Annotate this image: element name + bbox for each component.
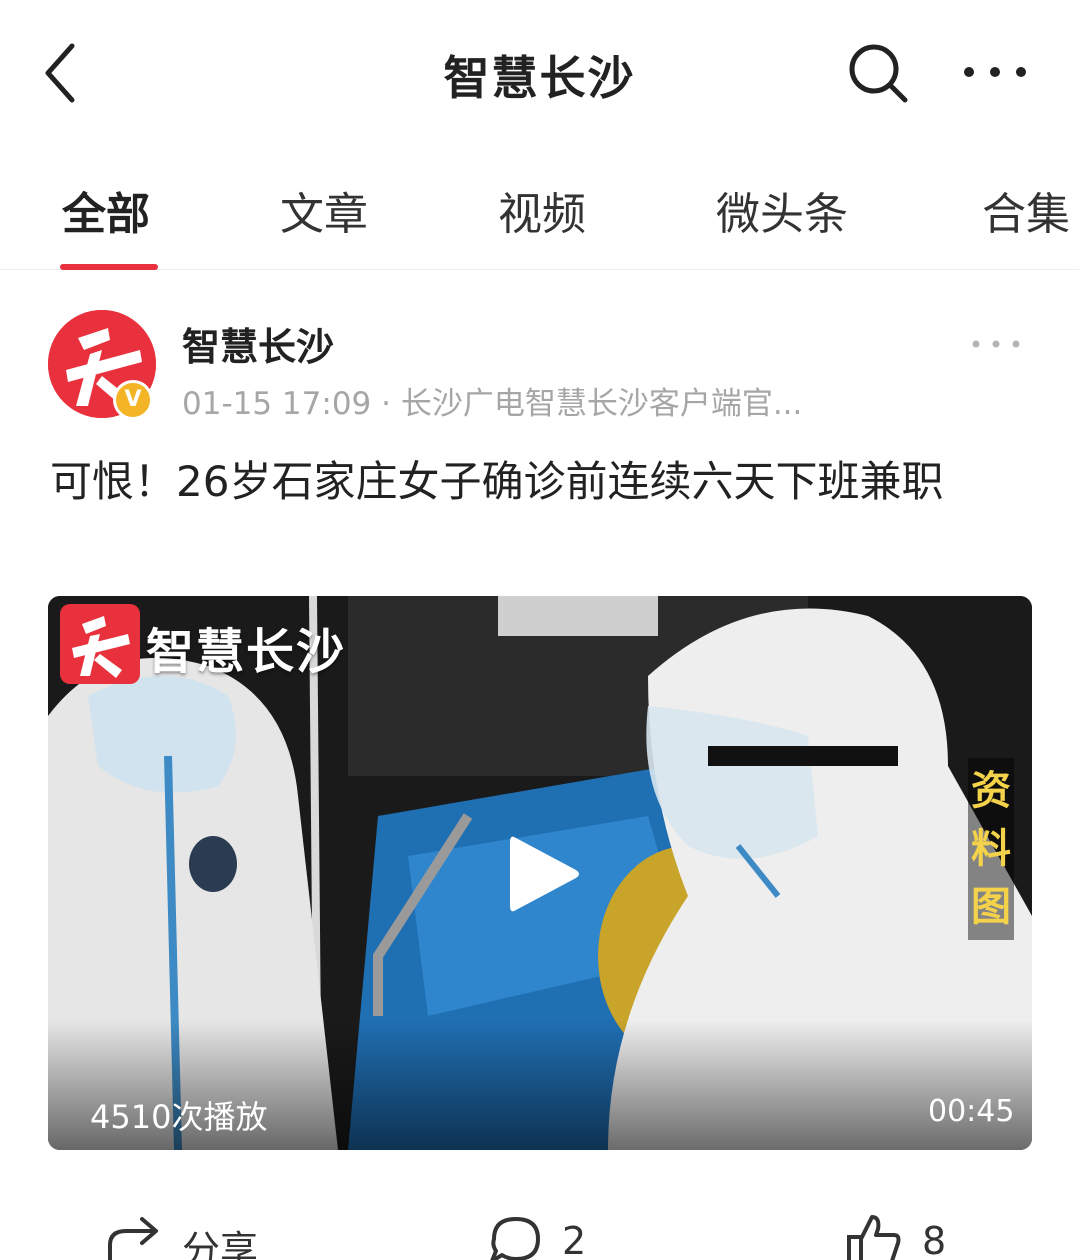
search-icon[interactable]: [845, 40, 911, 106]
tab-bar: 全部 文章 视频 微头条 合集: [0, 160, 1079, 270]
video-watermark: 智慧长沙: [146, 624, 347, 680]
verified-badge-icon: V: [113, 380, 153, 420]
brand-logo-icon: [60, 604, 140, 684]
thumbs-up-icon[interactable]: [846, 1213, 902, 1260]
author-name[interactable]: 智慧长沙: [182, 316, 334, 371]
action-bar: 分享 2 8: [0, 1205, 1079, 1260]
share-icon[interactable]: [106, 1215, 162, 1260]
comment-count[interactable]: 2: [562, 1219, 586, 1260]
more-horizontal-icon[interactable]: [970, 336, 1022, 352]
more-horizontal-icon[interactable]: [962, 60, 1028, 84]
post-title[interactable]: 可恨！26岁石家庄女子确诊前连续六天下班兼职: [50, 452, 1040, 512]
reference-image-stamp: 资料图: [968, 758, 1014, 940]
video-player[interactable]: 智慧长沙 资料图 4510次播放 00:45: [48, 596, 1032, 1150]
active-tab-indicator: [60, 264, 158, 270]
tab-articles[interactable]: 文章: [280, 178, 368, 242]
page-title: 智慧长沙: [443, 51, 636, 105]
post-meta: 01-15 17:09 · 长沙广电智慧长沙客户端官...: [182, 386, 803, 422]
play-icon[interactable]: [506, 832, 582, 916]
tab-videos[interactable]: 视频: [498, 178, 586, 242]
like-count[interactable]: 8: [922, 1219, 946, 1260]
video-duration: 00:45: [928, 1094, 1015, 1129]
play-count: 4510次播放: [90, 1098, 268, 1136]
share-button[interactable]: 分享: [182, 1219, 258, 1260]
tab-micro-posts[interactable]: 微头条: [716, 178, 848, 242]
comment-icon[interactable]: [488, 1215, 544, 1260]
tab-collections[interactable]: 合集: [982, 178, 1070, 242]
tab-all[interactable]: 全部: [62, 178, 150, 242]
top-bar: 智慧长沙: [0, 0, 1079, 145]
